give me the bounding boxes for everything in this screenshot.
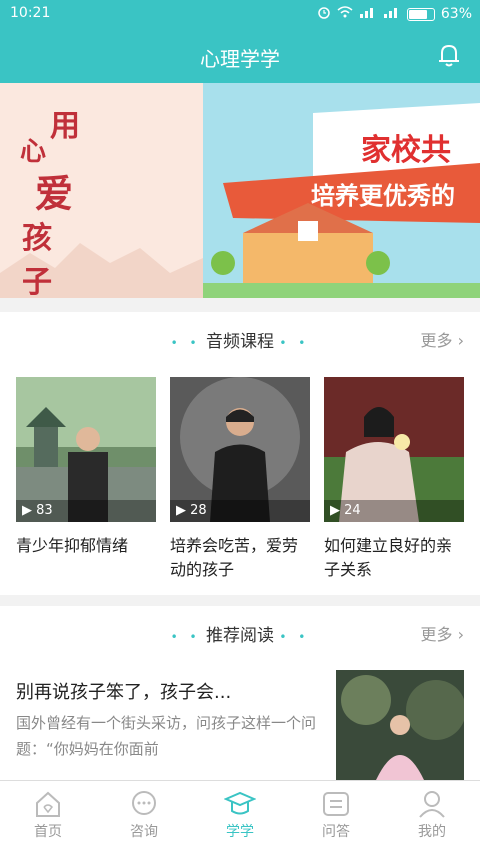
reading-section-title: 推荐阅读 bbox=[206, 626, 274, 646]
nav-bar: 心理学学 bbox=[0, 28, 480, 83]
banner-carousel[interactable]: 用 心 爱 孩子 家校共 培养更优秀的 bbox=[0, 83, 480, 298]
play-count: 28 bbox=[190, 503, 207, 518]
banner-right-ribbon: 培养更优秀的 bbox=[311, 182, 455, 210]
status-time: 10:21 bbox=[10, 5, 51, 21]
page-title: 心理学学 bbox=[200, 47, 280, 71]
decor-dots-icon: • • bbox=[279, 336, 310, 350]
audio-section-title: 音频课程 bbox=[206, 332, 274, 352]
play-icon: ▶ bbox=[330, 503, 340, 518]
chevron-right-icon: › bbox=[457, 625, 464, 644]
bell-icon[interactable] bbox=[434, 40, 464, 70]
banner-right-title: 家校共 bbox=[361, 133, 451, 168]
course-title: 青少年抑郁情绪 bbox=[16, 536, 129, 555]
tab-learn[interactable]: 学学 bbox=[192, 781, 288, 854]
banner-slide-left: 用 心 爱 孩子 bbox=[0, 83, 203, 298]
status-icons: 63% bbox=[317, 5, 472, 23]
chat-icon bbox=[96, 789, 192, 819]
reading-more-link[interactable]: 更多 › bbox=[420, 621, 464, 645]
banner-slide-right: 家校共 培养更优秀的 bbox=[203, 83, 480, 298]
course-title: 培养会吃苦，爱劳动的孩子 bbox=[170, 536, 299, 579]
audio-section-header: • • 音频课程 • • 更多 › bbox=[0, 312, 480, 362]
bottom-tab-bar: 首页 咨询 学学 问答 我的 bbox=[0, 780, 480, 854]
article-summary: 国外曾经有一个街头采访，问孩子这样一个问题：“你妈妈在你面前 bbox=[16, 714, 317, 758]
status-bar: 10:21 63% bbox=[0, 0, 480, 28]
battery-level: 63% bbox=[440, 6, 472, 22]
course-thumbnail: ▶ 28 bbox=[170, 377, 310, 522]
audio-course-card[interactable]: ▶ 83 青少年抑郁情绪 bbox=[16, 377, 156, 558]
signal-icon bbox=[359, 6, 377, 22]
reading-section-header: • • 推荐阅读 • • 更多 › bbox=[0, 606, 480, 656]
signal-icon-2 bbox=[383, 6, 401, 22]
course-thumbnail: ▶ 83 bbox=[16, 377, 156, 522]
audio-more-link[interactable]: 更多 › bbox=[420, 327, 464, 351]
tab-consult[interactable]: 咨询 bbox=[96, 781, 192, 854]
tab-mine[interactable]: 我的 bbox=[384, 781, 480, 854]
tab-qa[interactable]: 问答 bbox=[288, 781, 384, 854]
wifi-icon bbox=[337, 6, 353, 22]
decor-dots-icon: • • bbox=[170, 336, 201, 350]
home-icon bbox=[0, 789, 96, 819]
article-thumbnail bbox=[336, 670, 466, 780]
chevron-right-icon: › bbox=[457, 331, 464, 350]
user-icon bbox=[384, 789, 480, 819]
play-count: 83 bbox=[36, 503, 53, 518]
qa-icon bbox=[288, 789, 384, 819]
tab-home[interactable]: 首页 bbox=[0, 781, 96, 854]
audio-course-card[interactable]: ▶ 24 如何建立良好的亲子关系 bbox=[324, 377, 464, 582]
course-title: 如何建立良好的亲子关系 bbox=[324, 536, 453, 579]
decor-dots-icon: • • bbox=[170, 630, 201, 644]
decor-dots-icon: • • bbox=[279, 630, 310, 644]
play-icon: ▶ bbox=[22, 503, 32, 518]
alarm-icon bbox=[317, 5, 331, 23]
course-thumbnail: ▶ 24 bbox=[324, 377, 464, 522]
audio-course-section: • • 音频课程 • • 更多 › ▶ 83 青少年抑郁情绪 ▶ 28 培养会吃… bbox=[0, 312, 480, 595]
graduation-cap-icon bbox=[192, 789, 288, 819]
audio-course-card[interactable]: ▶ 28 培养会吃苦，爱劳动的孩子 bbox=[170, 377, 310, 582]
play-icon: ▶ bbox=[176, 503, 186, 518]
article-title: 别再说孩子笨了，孩子会... bbox=[16, 682, 232, 703]
battery-icon bbox=[406, 7, 435, 21]
play-count: 24 bbox=[344, 503, 361, 518]
